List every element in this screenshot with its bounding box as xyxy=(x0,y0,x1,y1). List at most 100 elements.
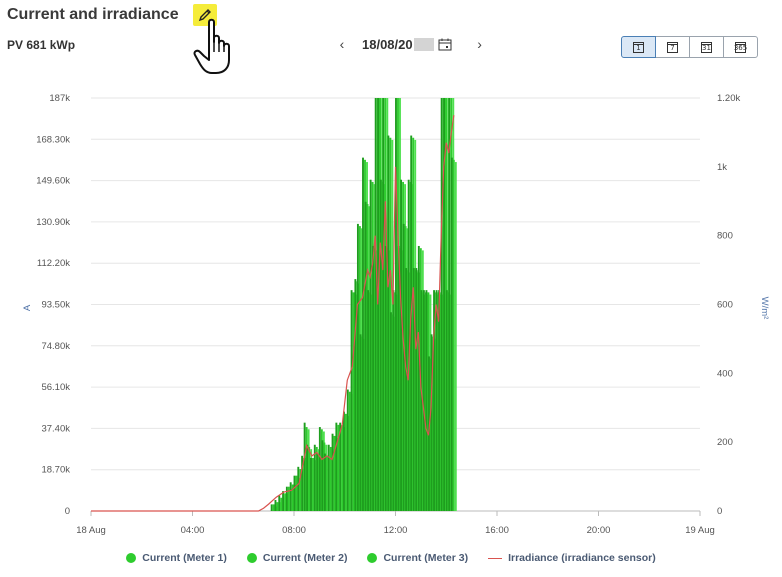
current-bar xyxy=(450,157,453,511)
period-selector: 1 7 31 365 xyxy=(621,36,758,58)
left-tick-label: 168.30k xyxy=(36,134,70,145)
legend-item[interactable]: Current (Meter 1) xyxy=(126,552,227,564)
current-bar xyxy=(397,245,400,511)
legend-item[interactable]: Irradiance (irradiance sensor) xyxy=(488,552,656,564)
current-bar xyxy=(323,453,326,511)
current-bar xyxy=(402,223,405,511)
current-bar xyxy=(435,290,438,511)
date-navigator: ‹ 18/08/20 › xyxy=(332,36,490,52)
current-bar xyxy=(284,493,287,511)
chart-title: Current and irradiance xyxy=(7,6,179,23)
current-bar xyxy=(425,290,428,511)
left-axis-title: A xyxy=(22,304,33,311)
current-bar xyxy=(392,290,395,511)
previous-day-button[interactable]: ‹ xyxy=(332,36,352,52)
current-bar xyxy=(417,245,420,511)
right-tick-label: 600 xyxy=(717,300,733,311)
chart-legend: Current (Meter 1) Current (Meter 2) Curren… xyxy=(0,552,782,564)
x-tick-label: 12:00 xyxy=(384,525,408,536)
legend-dot-icon xyxy=(126,553,137,563)
legend-line-icon xyxy=(488,557,503,559)
x-tick-label: 08:00 xyxy=(282,525,306,536)
left-tick-label: 18.70k xyxy=(41,465,70,476)
current-bar xyxy=(270,504,273,511)
current-bar xyxy=(293,475,296,511)
calendar-7-icon: 7 xyxy=(667,41,678,53)
current-bar xyxy=(440,98,443,511)
left-tick-label: 37.40k xyxy=(41,423,70,434)
current-bar xyxy=(306,444,309,511)
left-tick-label: 93.50k xyxy=(41,300,70,311)
current-bar xyxy=(329,446,332,511)
current-bar xyxy=(354,279,357,511)
current-bar xyxy=(372,245,375,511)
current-irradiance-chart: 0 18.70k 37.40k 56.10k 74.80k 93.50k 112.20k 13… xyxy=(22,93,770,536)
current-bar xyxy=(312,457,314,511)
current-bar xyxy=(327,444,330,511)
current-bar xyxy=(285,486,288,511)
right-tick-label: 1k xyxy=(717,162,727,173)
date-label: 18/08/20 xyxy=(362,36,413,52)
period-button-31[interactable]: 31 xyxy=(689,36,724,58)
period-button-1[interactable]: 1 xyxy=(621,36,656,58)
period-button-7[interactable]: 7 xyxy=(655,36,690,58)
left-tick-label: 130.90k xyxy=(36,217,70,228)
current-bar xyxy=(415,268,418,511)
current-bar xyxy=(310,457,312,511)
x-tick-label: 16:00 xyxy=(485,525,509,536)
calendar-icon[interactable] xyxy=(438,38,452,51)
x-tick-label: 04:00 xyxy=(181,525,205,536)
current-bar xyxy=(387,135,390,511)
current-bar xyxy=(325,455,328,511)
legend-item[interactable]: Current (Meter 3) xyxy=(367,552,468,564)
current-bar xyxy=(276,502,279,511)
current-bar xyxy=(308,446,311,511)
right-tick-label: 800 xyxy=(717,231,733,242)
right-tick-label: 200 xyxy=(717,437,733,448)
legend-label: Current (Meter 3) xyxy=(383,552,469,564)
legend-dot-icon xyxy=(367,553,378,563)
current-bar xyxy=(405,268,408,511)
current-bar xyxy=(448,98,451,511)
current-bar xyxy=(445,290,448,511)
right-tick-label: 1.20k xyxy=(717,93,740,104)
current-bar xyxy=(367,290,370,511)
redacted-year xyxy=(413,37,434,51)
calendar-1-icon: 1 xyxy=(633,41,644,53)
current-bar xyxy=(316,453,319,511)
legend-label: Current (Meter 2) xyxy=(262,552,348,564)
current-bar xyxy=(331,433,334,511)
current-bar xyxy=(359,334,362,511)
current-bar xyxy=(352,292,355,511)
current-bar xyxy=(379,179,382,511)
current-bar xyxy=(395,98,397,511)
left-tick-label: 56.10k xyxy=(41,382,70,393)
right-tick-label: 0 xyxy=(717,506,722,517)
current-bar xyxy=(335,422,338,511)
x-tick-label: 19 Aug xyxy=(685,525,715,536)
current-bar xyxy=(454,162,457,511)
current-bar xyxy=(384,245,387,511)
right-tick-label: 400 xyxy=(717,368,733,379)
current-bar xyxy=(348,391,351,511)
current-bar xyxy=(345,413,347,511)
next-day-button[interactable]: › xyxy=(470,36,490,52)
current-bar xyxy=(346,389,349,511)
current-bar xyxy=(272,504,275,511)
period-button-365[interactable]: 365 xyxy=(723,36,758,58)
legend-label: Irradiance (irradiance sensor) xyxy=(508,552,656,564)
current-bar xyxy=(389,312,392,511)
current-bar xyxy=(318,427,321,511)
current-bar xyxy=(422,290,425,511)
legend-item[interactable]: Current (Meter 2) xyxy=(246,552,348,564)
current-bar xyxy=(282,491,285,511)
left-tick-label: 74.80k xyxy=(41,341,70,352)
legend-label: Current (Meter 1) xyxy=(142,552,227,564)
current-bar xyxy=(369,179,372,511)
current-bar xyxy=(321,440,324,511)
x-tick-label: 20:00 xyxy=(587,525,611,536)
current-bar xyxy=(297,466,300,511)
current-bar xyxy=(343,411,345,511)
calendar-31-icon: 31 xyxy=(701,41,712,53)
right-axis-title: W/m² xyxy=(759,297,770,320)
